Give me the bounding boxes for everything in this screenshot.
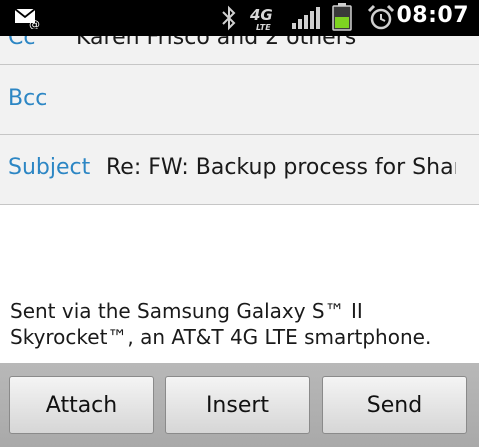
cc-row[interactable]: Cc Karen Frisco and 2 others <box>0 36 479 65</box>
bcc-label[interactable]: Bcc <box>8 86 47 111</box>
email-notification-icon[interactable]: @ <box>14 7 40 33</box>
action-button-bar: Attach Insert Send <box>0 363 479 447</box>
bcc-row[interactable]: Bcc <box>0 65 479 135</box>
svg-text:4G: 4G <box>250 6 273 24</box>
clock-time: 08:07 <box>396 3 469 28</box>
email-signature[interactable]: Sent via the Samsung Galaxy S™ II Skyroc… <box>10 298 475 350</box>
subject-row[interactable]: Subject Re: FW: Backup process for Share… <box>0 135 479 205</box>
signal-strength-icon <box>292 7 320 35</box>
insert-button[interactable]: Insert <box>165 376 310 434</box>
attach-button[interactable]: Attach <box>9 376 154 434</box>
status-bar: @ 4G LTE 08:07 <box>0 0 479 36</box>
svg-text:@: @ <box>29 18 40 29</box>
battery-icon <box>332 3 352 35</box>
send-button[interactable]: Send <box>322 376 467 434</box>
subject-field[interactable]: Re: FW: Backup process for SharePoint <box>106 155 456 180</box>
alarm-clock-icon <box>367 4 395 36</box>
svg-text:LTE: LTE <box>256 23 271 32</box>
bluetooth-icon <box>219 5 239 35</box>
cc-label: Cc <box>8 36 36 50</box>
cc-recipients-field[interactable]: Karen Frisco and 2 others <box>76 36 466 50</box>
message-body[interactable]: Sent via the Samsung Galaxy S™ II Skyroc… <box>0 205 479 363</box>
4g-lte-icon: 4G LTE <box>249 5 280 37</box>
subject-label: Subject <box>8 155 91 180</box>
